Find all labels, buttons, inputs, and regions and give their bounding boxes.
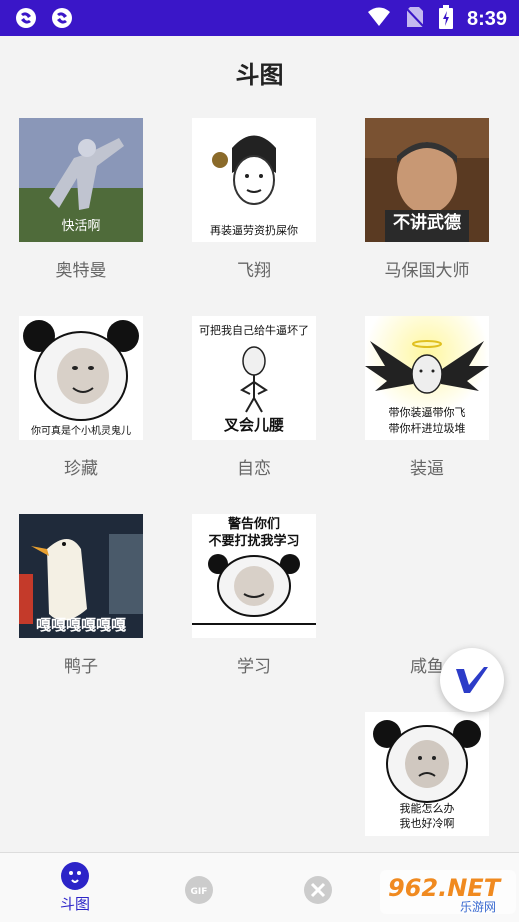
emoji-face-icon [61,862,89,890]
meme-category-showoff[interactable]: 带你装逼带你飞 带你杆进垃圾堆 装逼 [365,316,489,479]
meme-category-duck[interactable]: 嘎嘎嘎嘎嘎嘎 鸭子 [19,514,143,677]
thumbnail-caption-line1: 带你装逼带你飞 [389,406,466,419]
page-title: 斗图 [235,61,284,89]
thumbnail-caption-line2: 我也好冷啊 [400,816,455,830]
thumbnail-caption: 快活啊 [61,219,100,234]
thumbnail-caption: 你可真是个小机灵鬼儿 [31,424,131,437]
treasure-thumbnail[interactable]: 你可真是个小机灵鬼儿 [19,316,143,440]
salted-fish-thumbnail[interactable] [365,514,489,638]
thumbnail-caption-line2: 不要打扰我学习 [208,533,299,549]
category-label: 自恋 [237,459,271,479]
meme-category-ma-baoguo[interactable]: 不讲武德 马保国大师 [365,118,489,281]
category-label: 飞翔 [237,261,271,281]
thumbnail-caption: 不讲武德 [393,212,461,233]
meme-category-cold[interactable]: 我能怎么办 我也好冷啊 [365,712,489,836]
category-label: 马保国大师 [384,261,470,281]
clock: 8:39 [466,7,507,30]
tab-gif[interactable]: GIF [184,875,214,909]
meme-category-salted-fish[interactable]: 咸鱼 [365,514,489,677]
gif-icon: GIF [185,876,213,904]
meme-category-ultraman[interactable]: 快活啊 奥特曼 [19,118,143,281]
thumbnail-caption-line1: 警告你们 [228,516,280,532]
vip-floating-button[interactable] [440,648,504,712]
status-bar: 8:39 [0,0,519,36]
study-thumbnail[interactable]: 警告你们 不要打扰我学习 [192,514,316,638]
tab-tools[interactable] [303,875,333,909]
ma-baoguo-thumbnail[interactable]: 不讲武德 [365,118,489,242]
battery-charging-icon [438,5,453,33]
v-logo-icon [456,667,488,693]
tools-icon [304,876,332,904]
wifi-icon [367,6,391,32]
category-label: 学习 [237,657,271,677]
showoff-thumbnail[interactable]: 带你装逼带你飞 带你杆进垃圾堆 [365,316,489,440]
meme-category-narcissism[interactable]: 可把我自己给牛逼坏了 叉会儿腰 自恋 [192,316,316,479]
category-label: 鸭子 [64,657,98,677]
watermark-brand: 962.NET [388,874,502,902]
flying-thumbnail[interactable]: 再装逼劳资扔屎你 [192,118,316,242]
category-label: 装逼 [410,459,444,479]
thumbnail-caption: 再装逼劳资扔屎你 [210,223,298,237]
meme-category-treasure[interactable]: 你可真是个小机灵鬼儿 珍藏 [19,316,143,479]
thumbnail-caption-line2: 带你杆进垃圾堆 [389,421,466,435]
duck-thumbnail[interactable]: 嘎嘎嘎嘎嘎嘎 [19,514,143,638]
narcissism-thumbnail[interactable]: 可把我自己给牛逼坏了 叉会儿腰 [192,316,316,440]
cold-thumbnail[interactable]: 我能怎么办 我也好冷啊 [365,712,489,836]
thumbnail-caption: 叉会儿腰 [223,416,284,434]
svg-text:GIF: GIF [191,887,208,897]
tab-label: 斗图 [60,895,91,913]
app-notification-icon [50,6,74,34]
ultraman-thumbnail[interactable]: 快活啊 [19,118,143,242]
category-label: 珍藏 [64,459,98,479]
meme-category-flying[interactable]: 再装逼劳资扔屎你 飞翔 [192,118,316,281]
thumbnail-caption-top: 可把我自己给牛逼坏了 [199,323,309,337]
category-label: 奥特曼 [55,261,107,281]
site-watermark: 962.NET 乐游网 [380,870,516,914]
thumbnail-caption-line1: 我能怎么办 [400,801,455,815]
app-notification-icon [14,6,38,34]
thumbnail-caption: 嘎嘎嘎嘎嘎嘎 [36,616,126,634]
no-sim-icon [405,6,425,32]
tab-doutu[interactable]: 斗图 [60,861,90,914]
meme-category-study[interactable]: 警告你们 不要打扰我学习 学习 [192,514,316,677]
watermark-sub: 乐游网 [460,900,496,914]
